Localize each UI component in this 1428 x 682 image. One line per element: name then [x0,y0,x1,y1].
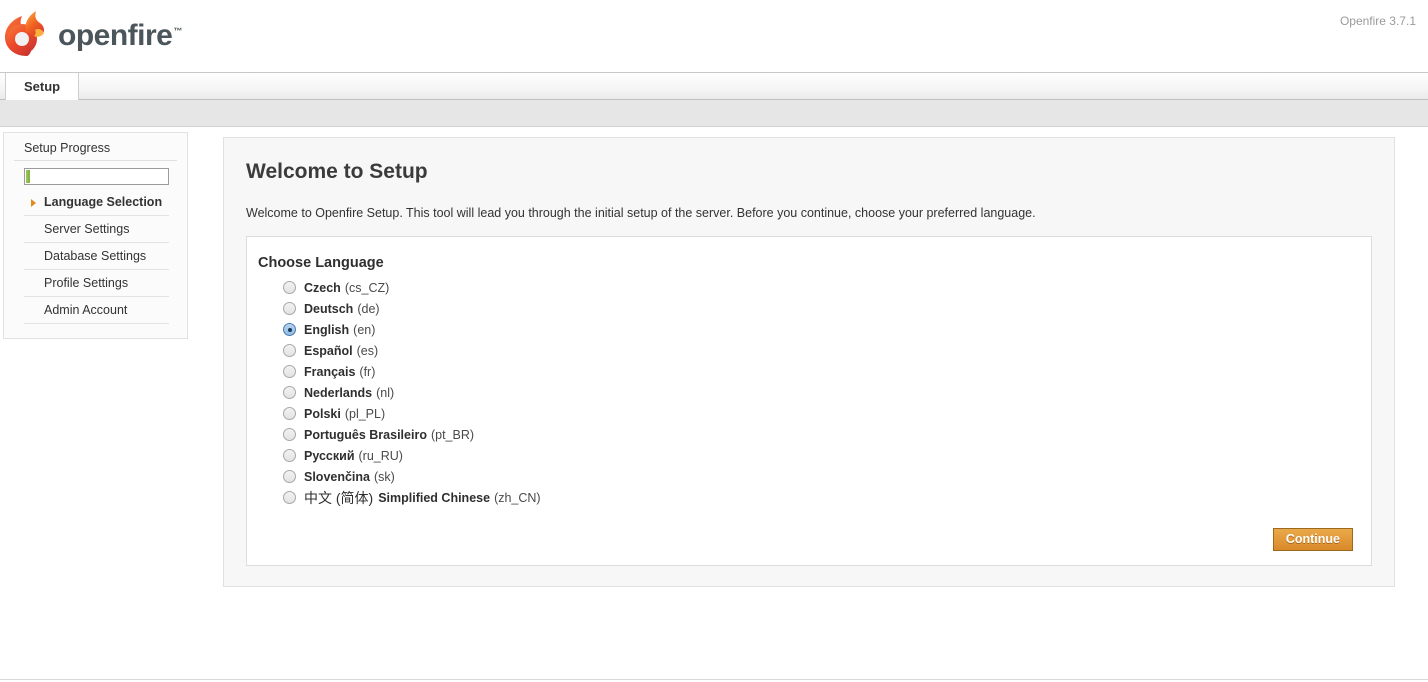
language-option-ru_RU[interactable]: Русский (ru_RU) [258,445,1353,466]
language-code-label: (ru_RU) [358,448,403,463]
language-name-label: Czech [304,280,341,295]
language-name-label: Русский [304,448,355,463]
sidebar-item-label: Profile Settings [44,276,129,290]
sub-tab-bar [0,100,1428,127]
language-option-pl_PL[interactable]: Polski (pl_PL) [258,403,1353,424]
logo-wordmark-text: openfire [58,19,173,52]
app-header: openfire™ Openfire 3.7.1 [0,0,1428,72]
trademark-icon: ™ [173,26,182,36]
language-name-label: Español [304,343,353,358]
page-title: Welcome to Setup [246,160,428,183]
sidebar-item-label: Admin Account [44,303,128,317]
sidebar-title: Setup Progress [14,141,177,161]
sidebar-item-label: Language Selection [44,195,163,209]
language-code-label: (en) [353,322,376,337]
sidebar: Setup Progress Language Selection Server… [3,132,188,339]
radio-button-selected[interactable] [283,323,296,336]
radio-button[interactable] [283,302,296,315]
card-title: Choose Language [258,255,384,271]
language-options-list: Czech (cs_CZ) Deutsch (de) English (en) Españo… [258,277,1353,508]
language-name-label: English [304,322,350,337]
language-code-label: (de) [357,301,380,316]
language-code-label: (nl) [376,385,395,400]
sidebar-item-database-settings[interactable]: Database Settings [24,243,169,270]
language-option-fr[interactable]: Français (fr) [258,361,1353,382]
sidebar-item-language-selection[interactable]: Language Selection [24,189,169,216]
language-name-label: Nederlands [304,385,373,400]
radio-button[interactable] [283,407,296,420]
tab-setup[interactable]: Setup [5,73,80,100]
sidebar-item-admin-account[interactable]: Admin Account [24,297,169,324]
language-code-label: (pl_PL) [344,406,386,421]
language-code-label: (zh_CN) [494,490,541,505]
language-name-label: Polski [304,406,341,421]
language-code-label: (sk) [374,469,395,484]
language-code-label: (cs_CZ) [344,280,390,295]
sidebar-item-server-settings[interactable]: Server Settings [24,216,169,243]
sidebar-item-profile-settings[interactable]: Profile Settings [24,270,169,297]
version-label: Openfire 3.7.1 [1339,14,1416,28]
continue-button[interactable]: Continue [1272,528,1353,551]
language-option-en[interactable]: English (en) [258,319,1353,340]
sidebar-item-label: Server Settings [44,222,130,236]
language-option-de[interactable]: Deutsch (de) [258,298,1353,319]
language-option-sk[interactable]: Slovenčina (sk) [258,466,1353,487]
openfire-flame-logo-icon [2,10,50,62]
language-option-pt_BR[interactable]: Português Brasileiro (pt_BR) [258,424,1353,445]
radio-button[interactable] [283,491,296,504]
language-option-cs_CZ[interactable]: Czech (cs_CZ) [258,277,1353,298]
radio-button[interactable] [283,449,296,462]
radio-button[interactable] [283,428,296,441]
language-native-label: 中文 (简体) [304,489,374,506]
card-footer: Continue [258,528,1353,551]
language-code-label: (es) [356,343,379,358]
language-name-label: Português Brasileiro [304,427,427,442]
language-option-zh_CN[interactable]: 中文 (简体) Simplified Chinese (zh_CN) [258,487,1353,508]
sidebar-item-label: Database Settings [44,249,147,263]
language-name-label: Deutsch [304,301,354,316]
radio-button[interactable] [283,281,296,294]
setup-progress-bar [24,168,169,185]
language-name-label: Simplified Chinese [378,490,491,505]
page-description: Welcome to Openfire Setup. This tool wil… [246,206,1036,220]
radio-button[interactable] [283,344,296,357]
language-code-label: (pt_BR) [430,427,475,442]
logo-wordmark: openfire™ [58,21,182,51]
language-code-label: (fr) [359,364,376,379]
radio-button[interactable] [283,386,296,399]
setup-progress-fill [26,170,31,183]
language-option-nl[interactable]: Nederlands (nl) [258,382,1353,403]
tab-bar: Setup [0,72,1428,100]
chevron-right-icon [31,199,36,207]
language-name-label: Français [304,364,356,379]
page-body: Setup Progress Language Selection Server… [0,127,1428,679]
main-panel: Welcome to Setup Welcome to Openfire Set… [223,137,1395,587]
language-option-es[interactable]: Español (es) [258,340,1353,361]
language-name-label: Slovenčina [304,469,370,484]
radio-button[interactable] [283,470,296,483]
radio-button[interactable] [283,365,296,378]
logo: openfire™ [0,0,182,72]
choose-language-card: Choose Language Czech (cs_CZ) Deutsch (de) E… [246,236,1372,566]
